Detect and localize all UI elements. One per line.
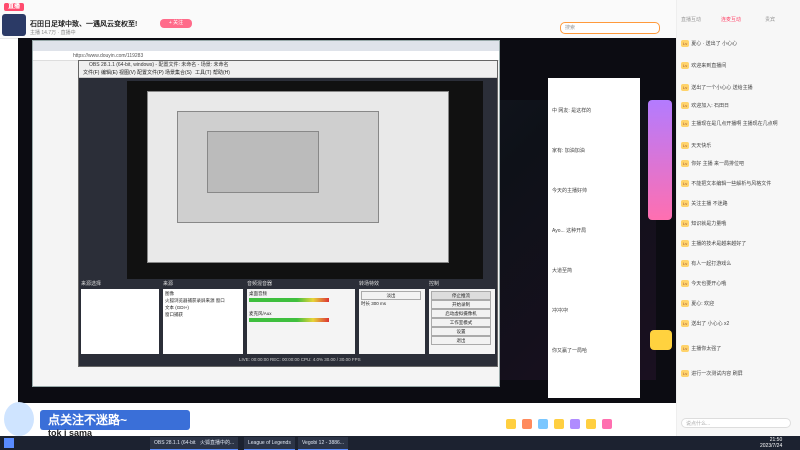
obs-preview[interactable] xyxy=(127,81,483,279)
obs-window[interactable]: OBS 28.1.1 (64-bit, windows) - 配置文件: 未命名… xyxy=(78,60,498,367)
obs-titlebar: OBS 28.1.1 (64-bit, windows) - 配置文件: 未命名… xyxy=(79,61,497,69)
chat-message: 大道至简 xyxy=(552,268,573,274)
chat-message: 今天的主播好帅 xyxy=(552,188,588,194)
chat-message: Lv 主播你太强了 xyxy=(681,345,722,352)
taskbar-item[interactable]: 火狐直播中的... xyxy=(196,437,239,450)
chat-tab[interactable]: 直播互动 xyxy=(681,16,701,23)
settings-button[interactable]: 设置 xyxy=(431,327,491,336)
chat-message: Lv 欢迎来到直播间 xyxy=(681,62,727,69)
volume-meter xyxy=(249,318,329,322)
chat-input[interactable]: 说点什么... xyxy=(681,418,791,428)
mixer-track-label: 桌面音频 xyxy=(249,291,267,296)
chat-message: Lv 夏心: 欢迎 xyxy=(681,300,715,307)
start-recording-button[interactable]: 开始录制 xyxy=(431,300,491,309)
virtual-camera-button[interactable]: 启动虚拟摄像机 xyxy=(431,309,491,318)
chat-message: Lv 夏心 · 送出了 小心心 xyxy=(681,40,738,47)
chat-message: Lv 天天快乐 xyxy=(681,142,712,149)
gift-icon[interactable] xyxy=(506,419,516,429)
streamer-avatar[interactable] xyxy=(2,14,26,36)
gift-icon[interactable] xyxy=(586,419,596,429)
gift-icon[interactable] xyxy=(522,419,532,429)
taskbar xyxy=(0,436,800,450)
subscribe-overlay-text: 点关注不迷路~ xyxy=(48,413,128,427)
stop-streaming-button[interactable]: 停止推流 xyxy=(431,291,491,300)
controls-panel: 停止推流 开始录制 启动虚拟摄像机 工作室模式 设置 退出 xyxy=(429,289,495,354)
exit-button[interactable]: 退出 xyxy=(431,336,491,345)
chat-tab[interactable]: 贵宾 xyxy=(765,16,775,23)
menu-file[interactable]: 文件(F) xyxy=(83,69,99,77)
menu-tools[interactable]: 工具(T) xyxy=(195,69,211,77)
source-item[interactable]: 窗口捕获 xyxy=(165,312,183,318)
menu-scene-collection[interactable]: 场景集合(S) xyxy=(165,69,192,77)
gift-icon[interactable] xyxy=(538,419,548,429)
chat-message: Lv 知识就是力量哦 xyxy=(681,220,727,227)
transition-select[interactable]: 淡出 xyxy=(361,291,421,300)
chat-message: Lv 欢迎加入: 石田日 xyxy=(681,102,730,109)
chat-message: Lv 送出了 小心心 x2 xyxy=(681,320,730,327)
source-item[interactable]: 文本 (GDI+) xyxy=(165,305,189,311)
chat-message: Lv 主播现在是几点开播啊 主播现在几点啊 xyxy=(681,120,778,127)
obs-status-bar: LIVE: 00:00:00 REC: 00:00:00 CPU: 4.0% 3… xyxy=(239,357,361,362)
chat-tab[interactable]: 连麦互动 xyxy=(721,16,741,23)
menu-edit[interactable]: 编辑(E) xyxy=(101,69,118,77)
transition-panel: 淡出 时长 300 ms xyxy=(359,289,425,354)
promo-banner[interactable] xyxy=(648,100,672,220)
obs-menubar: 文件(F) 编辑(E) 视图(V) 配置文件(P) 场景集合(S) 工具(T) … xyxy=(79,69,497,78)
source-item[interactable]: 火狐浏览器捕获录屏来源 窗口 xyxy=(165,298,225,304)
nested-capture xyxy=(207,131,319,193)
chat-message: Lv 今天也要开心哦 xyxy=(681,280,727,287)
gift-icon[interactable] xyxy=(554,419,564,429)
sources-list[interactable]: 图像 火狐浏览器捕获录屏来源 窗口 文本 (GDI+) 窗口捕获 xyxy=(163,289,243,354)
controls-dock-title: 控制 xyxy=(429,281,440,287)
studio-mode-button[interactable]: 工作室模式 xyxy=(431,318,491,327)
browser-tabbar[interactable] xyxy=(33,41,499,51)
chat-message: 冲冲冲! xyxy=(552,308,569,314)
audio-mixer: 桌面音频 麦克风/Aux xyxy=(247,289,355,354)
tray-date: 2023/7/24 xyxy=(760,443,783,449)
sources-dock-title: 来源 xyxy=(163,281,174,287)
source-item[interactable]: 图像 xyxy=(165,291,174,297)
gift-icon[interactable] xyxy=(570,419,580,429)
stream-title: 石田日足球中致、一遇风云变权至! xyxy=(30,21,138,28)
chat-message: 你又赢了一局哈 xyxy=(552,348,588,354)
chat-message: Lv 关注主播 不迷路 xyxy=(681,200,728,207)
duration-field[interactable]: 时长 300 ms xyxy=(361,301,386,307)
obs-docks: 来源选择 来源 图像 火狐浏览器捕获录屏来源 窗口 文本 (GDI+) 窗口捕获… xyxy=(79,279,497,366)
chat-message: Lv 主播的技术是越来越好了 xyxy=(681,240,747,247)
scenes-list[interactable] xyxy=(81,289,159,354)
start-icon[interactable] xyxy=(4,438,14,448)
app-logo[interactable]: 直播 xyxy=(4,3,24,11)
menu-view[interactable]: 视图(V) xyxy=(119,69,136,77)
chat-message: Lv 有人一起打游戏么 xyxy=(681,260,732,267)
gift-icon[interactable] xyxy=(602,419,612,429)
scenes-dock-title: 来源选择 xyxy=(81,281,102,287)
volume-meter xyxy=(249,298,329,302)
follow-button[interactable]: + 关注 xyxy=(160,19,192,28)
menu-profile[interactable]: 配置文件(P) xyxy=(137,69,164,77)
taskbar-item[interactable]: League of Legends xyxy=(244,437,295,450)
tray-clock[interactable]: 21:50 2023/7/24 xyxy=(760,437,782,449)
chat-message: Lv 你好 主播 来一局排位吧 xyxy=(681,160,745,167)
search-input[interactable]: 搜索 xyxy=(560,22,660,34)
chat-message: Ayo... 这种开局 xyxy=(552,228,587,234)
chat-message: Lv 送出了一个小心心 送给主播 xyxy=(681,84,753,91)
mixer-track-label: 麦克风/Aux xyxy=(249,311,272,316)
mixer-dock-title: 音频混音器 xyxy=(247,281,273,287)
live-chat-panel: 直播互动 连麦互动 贵宾 Lv 夏心 · 送出了 小心心 Lv 欢迎来到直播间 Lv… xyxy=(676,0,800,450)
gift-badge-icon[interactable] xyxy=(650,330,672,350)
chat-message: 家有: 加油加油 xyxy=(552,148,585,154)
chat-message: 中 网友: 是这样的 xyxy=(552,108,592,114)
chat-message: Lv 进行一次测试内容 刷屏 xyxy=(681,370,743,377)
stream-meta: 主播 14.7万 · 直播中 xyxy=(30,30,76,36)
menu-help[interactable]: 帮助(H) xyxy=(213,69,230,77)
stream-chat-panel: 中 网友: 是这样的 家有: 加油加油 今天的主播好帅 Ayo... 这种开局 … xyxy=(548,78,640,398)
taskbar-item[interactable]: Vegobi 12 - 3886... xyxy=(298,437,348,450)
mascot-avatar xyxy=(4,402,34,436)
transition-dock-title: 转场特效 xyxy=(359,281,380,287)
chat-message: Lv 不能把文本编辑一些解析与风格文件 xyxy=(681,180,772,187)
